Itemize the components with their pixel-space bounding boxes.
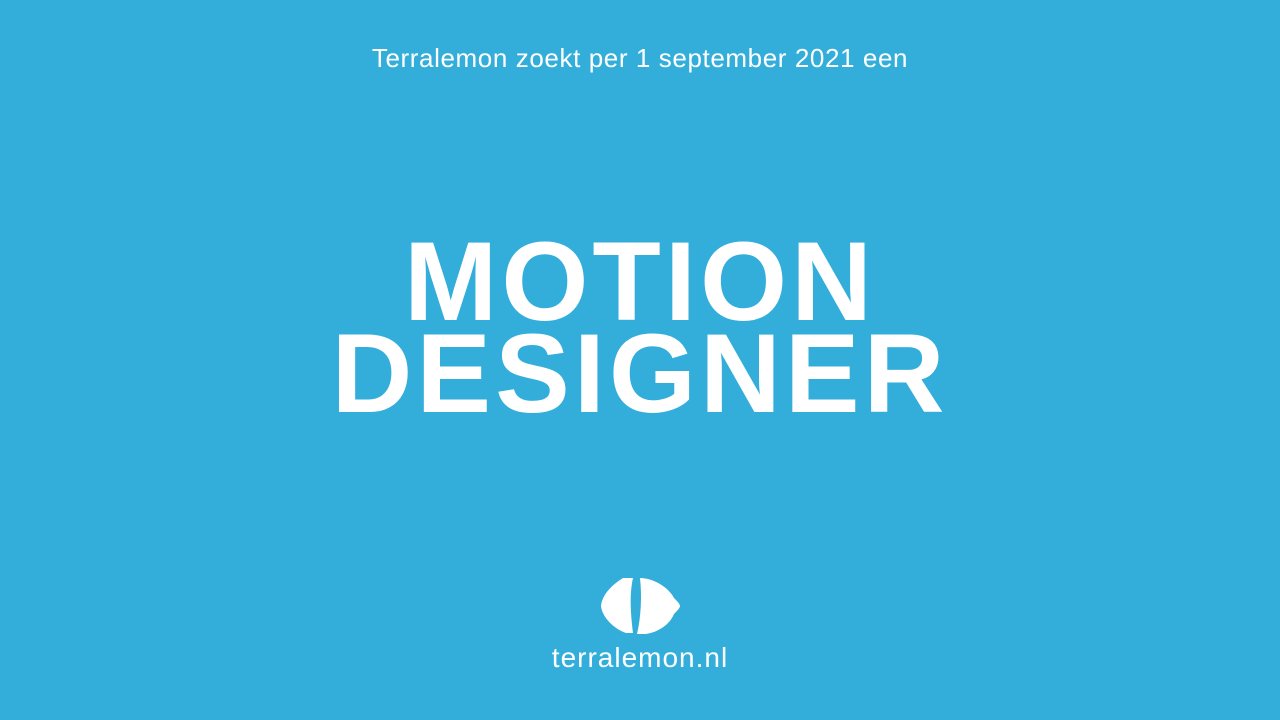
job-title: MOTION DESIGNER: [0, 226, 1280, 436]
website-url: terralemon.nl: [551, 642, 729, 673]
job-title-line-2: DESIGNER: [331, 311, 949, 436]
job-announcement-slide: Terralemon zoekt per 1 september 2021 ee…: [0, 0, 1280, 720]
intro-text: Terralemon zoekt per 1 september 2021 ee…: [371, 43, 909, 73]
terralemon-logo-icon: [598, 576, 682, 636]
